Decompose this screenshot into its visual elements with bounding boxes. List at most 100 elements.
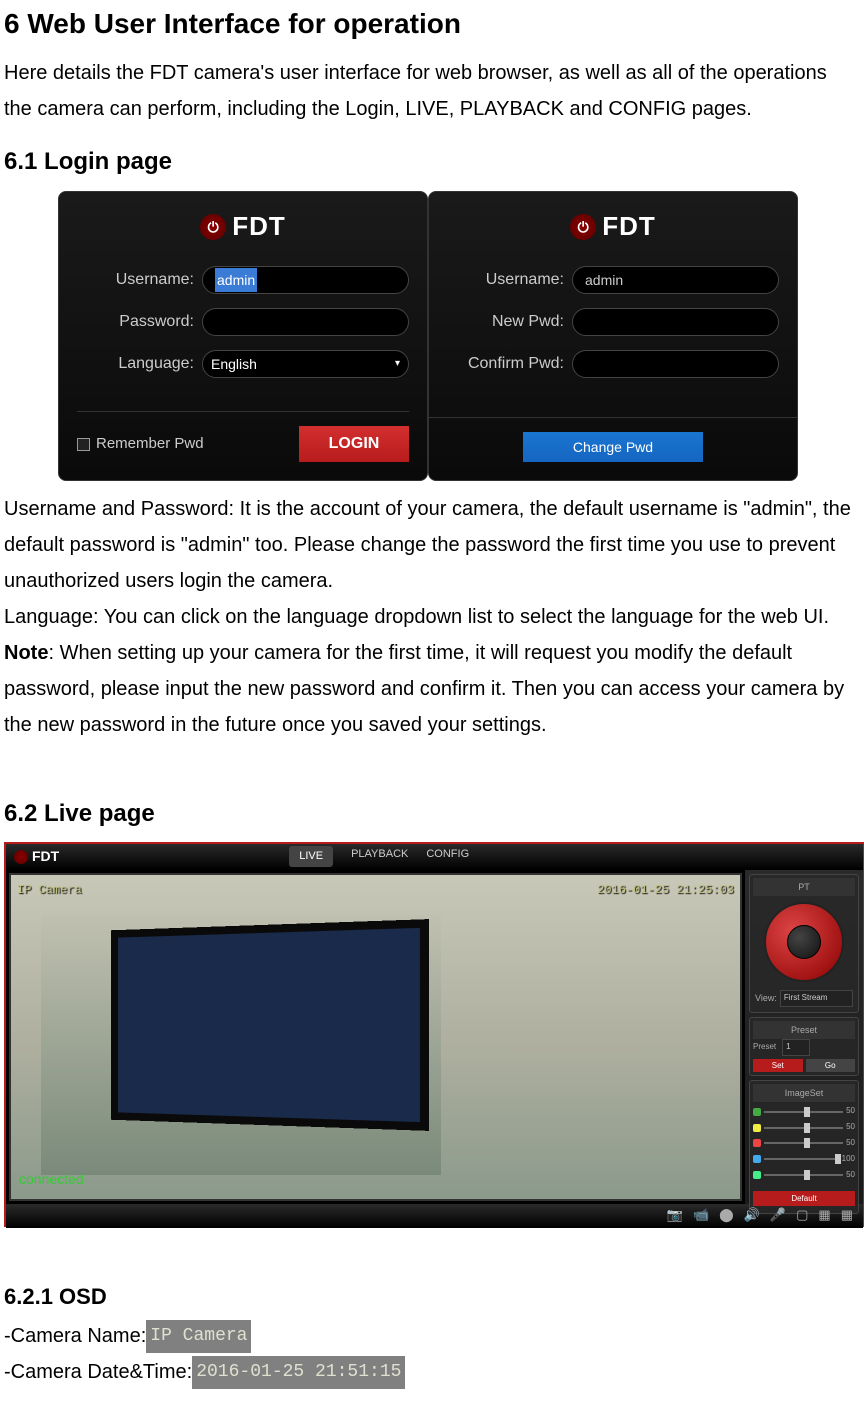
username-value: admin [215,268,257,292]
live-logo: FDT [14,845,59,867]
slider-0[interactable] [764,1111,843,1113]
record-icon[interactable]: ⬤ [719,1205,734,1226]
username-row: Username: admin [77,266,409,294]
live-logo-text: FDT [32,845,59,867]
note-text: : When setting up your camera for the fi… [4,642,844,736]
login-panel: ⏻ FDT Username: admin Password: Language… [58,191,428,481]
camera-icon[interactable]: 📷 [667,1205,683,1226]
speaker-icon[interactable]: 🔊 [744,1205,760,1226]
remember-checkbox-row[interactable]: Remember Pwd [77,432,204,456]
connected-status: connected [19,1168,84,1190]
layout-single-icon[interactable]: ▢ [796,1205,808,1226]
slider-row-3: 100 [753,1153,855,1166]
slider-4[interactable] [764,1174,843,1176]
slider-color-icon [753,1171,761,1179]
username-label: Username: [77,267,202,293]
change-password-panel: ⏻ FDT Username: admin New Pwd: Confirm P… [428,191,798,481]
view-row: View: First Stream [753,988,855,1009]
live-tabs: LIVE PLAYBACK CONFIG [289,846,469,868]
slider-color-icon [753,1139,761,1147]
slider-1[interactable] [764,1127,843,1129]
slider-value: 50 [846,1105,855,1118]
change-password-button[interactable]: Change Pwd [523,432,703,462]
live-page-screenshot: FDT LIVE PLAYBACK CONFIG IP Camera 2016-… [4,842,864,1227]
checkbox-icon[interactable] [77,438,90,451]
intro-paragraph: Here details the FDT camera's user inter… [4,55,860,127]
subsection-heading-live: 6.2 Live page [4,795,860,833]
layout-nine-icon[interactable]: ▦ [841,1205,853,1226]
confirmpwd-label: Confirm Pwd: [447,351,572,377]
change-logo-row: ⏻ FDT [447,206,779,248]
login-screenshots-container: ⏻ FDT Username: admin Password: Language… [58,191,860,481]
osd-name-label: -Camera Name: [4,1325,146,1347]
pt-title: PT [753,878,855,896]
osd-name-value: IP Camera [146,1320,251,1352]
section-heading: 6 Web User Interface for operation [4,2,860,47]
tab-playback[interactable]: PLAYBACK [351,846,408,868]
imageset-section: ImageSet 50 50 50 [749,1080,859,1214]
slider-color-icon [753,1124,761,1132]
language-label: Language: [77,351,202,377]
preset-go-button[interactable]: Go [806,1059,856,1072]
ptz-control-wheel[interactable] [764,902,844,982]
password-input[interactable] [202,308,409,336]
live-body: IP Camera 2016-01-25 21:25:03 connected … [6,870,863,1204]
tab-config[interactable]: CONFIG [426,846,469,868]
osd-heading: 6.2.1 OSD [4,1279,860,1314]
preset-set-button[interactable]: Set [753,1059,803,1072]
mic-icon[interactable]: 🎤 [770,1205,786,1226]
slider-value: 50 [846,1169,855,1182]
logo-text: FDT [232,206,286,248]
username-row: Username: admin [447,266,779,294]
slider-value: 100 [842,1153,855,1166]
power-icon: ⏻ [200,214,226,240]
video-area[interactable]: IP Camera 2016-01-25 21:25:03 connected [9,873,742,1201]
newpwd-row: New Pwd: [447,308,779,336]
preset-select-row: Preset 1 [753,1039,855,1056]
chevron-down-icon: ▾ [395,356,400,372]
osd-timestamp: 2016-01-25 21:25:03 [597,881,734,900]
layout-quad-icon[interactable]: ▦ [818,1205,830,1226]
slider-row-4: 50 [753,1169,855,1182]
ptz-section: PT View: First Stream [749,874,859,1013]
subsection-heading-login: 6.1 Login page [4,143,860,181]
password-label: Password: [77,309,202,335]
slider-value: 50 [846,1137,855,1150]
default-button[interactable]: Default [753,1191,855,1206]
username-input[interactable]: admin [202,266,409,294]
note-paragraph: Note: When setting up your camera for th… [4,635,860,743]
monitor-in-scene [111,919,429,1131]
newpwd-input[interactable] [572,308,779,336]
video-scene [41,915,441,1175]
newpwd-label: New Pwd: [447,309,572,335]
remember-label: Remember Pwd [96,432,204,456]
slider-color-icon [753,1108,761,1116]
language-paragraph: Language: You can click on the language … [4,599,860,635]
osd-camera-name-line: -Camera Name:IP Camera [4,1318,860,1354]
video-icon[interactable]: 📹 [693,1205,709,1226]
view-value: First Stream [784,993,828,1002]
slider-2[interactable] [764,1142,843,1144]
preset-row-label: Preset [753,1041,776,1054]
tab-live[interactable]: LIVE [289,846,333,868]
username-input[interactable]: admin [572,266,779,294]
view-select[interactable]: First Stream [780,990,853,1007]
slider-3[interactable] [764,1158,839,1160]
osd-datetime-label: -Camera Date&Time: [4,1361,192,1383]
confirmpwd-row: Confirm Pwd: [447,350,779,378]
power-icon [14,850,28,864]
slider-value: 50 [846,1121,855,1134]
password-row: Password: [77,308,409,336]
slider-row-1: 50 [753,1121,855,1134]
right-control-panel: PT View: First Stream Preset Preset 1 [745,870,863,1204]
confirmpwd-input[interactable] [572,350,779,378]
view-label: View: [755,991,777,1005]
osd-camera-name: IP Camera [17,881,82,900]
language-row: Language: English ▾ [77,350,409,378]
preset-section: Preset Preset 1 Set Go [749,1017,859,1076]
login-button[interactable]: LOGIN [299,426,409,462]
ptz-center-button[interactable] [787,925,821,959]
language-select[interactable]: English ▾ [202,350,409,378]
slider-row-0: 50 [753,1105,855,1118]
preset-number-select[interactable]: 1 [782,1039,810,1056]
